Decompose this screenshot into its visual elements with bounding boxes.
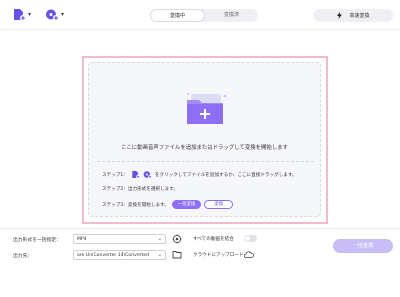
folder-icon[interactable]	[172, 250, 182, 259]
convert-all-button[interactable]: 一括変換	[171, 200, 202, 209]
bulk-convert-button[interactable]: 一括変換	[333, 239, 393, 253]
add-file-icon	[14, 9, 26, 21]
dropzone-divider	[97, 161, 314, 162]
add-file-button[interactable]: ▾	[12, 8, 31, 21]
cloud-upload-label: クラウドにアップロード	[193, 253, 244, 258]
output-path-value: are UniConverter 14\Converted	[77, 253, 150, 258]
add-dvd-icon[interactable]	[143, 170, 152, 179]
add-file-icon[interactable]	[131, 170, 140, 179]
add-dvd-icon	[46, 9, 59, 21]
step1-text: をクリックしてファイルを追加するか、ここに直接ドラッグします。	[154, 172, 297, 178]
chevron-down-icon: ▾	[61, 11, 65, 18]
tab-converting[interactable]: 変換中	[150, 9, 205, 22]
convert-button[interactable]: 変換	[204, 200, 234, 209]
step-2: ステップ2：出力形式を選択します。	[102, 186, 178, 192]
step-3: ステップ3：変換を開始します。 一括変換 変換	[102, 200, 234, 209]
step2-text: ステップ2：出力形式を選択します。	[102, 187, 178, 192]
output-format-label: 出力形式を一括指定：	[13, 238, 61, 243]
cloud-icon[interactable]	[243, 250, 254, 259]
format-settings-icon[interactable]	[172, 234, 182, 244]
step1-prefix: ステップ1：	[102, 172, 128, 178]
chevron-down-icon: ▾	[28, 11, 32, 18]
fast-convert-label: 高速変換	[349, 13, 370, 19]
tab-converted[interactable]: 変換済	[205, 9, 258, 22]
chevron-down-icon: ⌄	[157, 252, 162, 258]
output-format-value: MP4	[77, 237, 87, 242]
toolbar-divider	[0, 29, 400, 30]
top-toolbar: ▾ ▾ 変換中 変換済 高速変換	[0, 0, 400, 30]
footer-divider	[0, 228, 400, 229]
status-tabs: 変換中 変換済	[150, 9, 258, 22]
add-dvd-button[interactable]: ▾	[45, 8, 64, 21]
output-path-label: 出力先：	[13, 254, 33, 259]
lightning-icon	[337, 12, 343, 19]
add-folder-icon[interactable]	[185, 90, 231, 128]
merge-videos-label: すべての動画を結合	[193, 237, 234, 242]
drop-zone[interactable]: ここに動画音声ファイルを追加またはドラッグして変換を開始します ステップ1： を…	[82, 56, 328, 224]
fast-convert-button[interactable]: 高速変換	[313, 9, 393, 22]
chevron-down-icon: ⌄	[157, 236, 162, 242]
output-path-select[interactable]: are UniConverter 14\Converted ⌄	[73, 250, 166, 260]
merge-videos-toggle[interactable]	[244, 235, 257, 242]
step-1: ステップ1： をクリックしてファイルを追加するか、ここに直接ドラッグします。	[102, 170, 297, 179]
drop-zone-inner[interactable]: ここに動画音声ファイルを追加またはドラッグして変換を開始します ステップ1： を…	[88, 62, 321, 217]
output-format-select[interactable]: MP4 ⌄	[73, 234, 166, 244]
drop-instruction: ここに動画音声ファイルを追加またはドラッグして変換を開始します	[121, 145, 288, 151]
step3-text: ステップ3：変換を開始します。	[102, 202, 169, 208]
